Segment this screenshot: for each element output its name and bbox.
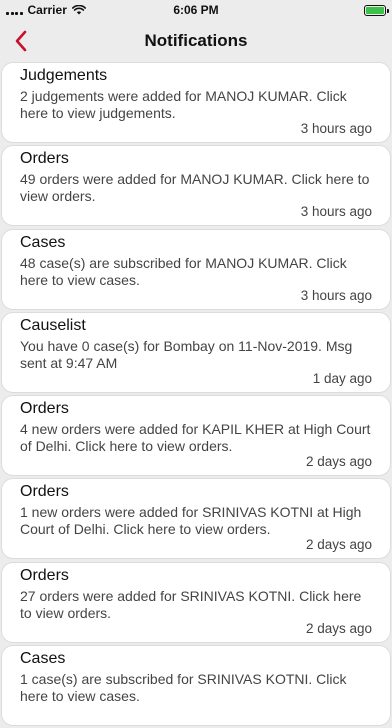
- notification-title: Orders: [20, 483, 69, 501]
- notification-title: Orders: [20, 566, 69, 584]
- notification-card[interactable]: Orders 27 orders were added for SRINIVAS…: [1, 561, 391, 643]
- notification-card[interactable]: Orders 49 orders were added for MANOJ KU…: [1, 145, 391, 227]
- battery-icon: [364, 4, 389, 16]
- status-left: Carrier: [6, 3, 86, 17]
- notification-list: Judgements 2 judgements were added for M…: [0, 62, 392, 728]
- carrier-label: Carrier: [27, 3, 67, 17]
- notification-message: 48 case(s) are subscribed for MANOJ KUMA…: [20, 254, 347, 288]
- notification-time: 2 days ago: [305, 620, 372, 636]
- page-title: Notifications: [144, 31, 248, 50]
- notification-time: 3 hours ago: [300, 204, 372, 220]
- wifi-icon: [71, 5, 86, 15]
- notification-title: Causelist: [20, 316, 86, 334]
- notification-card[interactable]: Cases 1 case(s) are subscribed for SRINI…: [1, 645, 391, 727]
- status-bar: Carrier 6:06 PM: [0, 0, 392, 20]
- notification-message: 2 judgements were added for MANOJ KUMAR.…: [20, 88, 347, 121]
- notification-time: 3 hours ago: [300, 121, 372, 136]
- notification-message: You have 0 case(s) for Bombay on 11-Nov-…: [20, 337, 353, 371]
- notification-time: 3 hours ago: [300, 287, 372, 303]
- notification-message: 27 orders were added for SRINIVAS KOTNI.…: [20, 587, 362, 621]
- navigation-bar: Notifications: [0, 20, 392, 62]
- chevron-left-icon: [15, 30, 27, 52]
- notification-message: 1 case(s) are subscribed for SRINIVAS KO…: [20, 671, 347, 705]
- notification-message: 4 new orders were added for KAPIL KHER a…: [20, 421, 371, 455]
- notification-title: Judgements: [20, 67, 108, 84]
- notification-time: 2 days ago: [305, 454, 372, 470]
- notification-message: 1 new orders were added for SRINIVAS KOT…: [20, 504, 362, 538]
- signal-icon: [6, 6, 23, 15]
- notification-title: Cases: [20, 650, 66, 668]
- back-button[interactable]: [6, 26, 36, 56]
- notification-card[interactable]: Orders 1 new orders were added for SRINI…: [1, 478, 391, 560]
- notification-title: Orders: [20, 400, 69, 418]
- notification-card[interactable]: Cases 48 case(s) are subscribed for MANO…: [1, 228, 391, 310]
- notification-time: 2 days ago: [305, 537, 372, 553]
- notification-title: Orders: [20, 150, 69, 168]
- notification-card[interactable]: Causelist You have 0 case(s) for Bombay …: [1, 311, 391, 393]
- notification-card[interactable]: Judgements 2 judgements were added for M…: [1, 62, 391, 143]
- notification-title: Cases: [20, 233, 66, 251]
- notification-card[interactable]: Orders 4 new orders were added for KAPIL…: [1, 395, 391, 477]
- notification-message: 49 orders were added for MANOJ KUMAR. Cl…: [20, 171, 370, 205]
- notification-time: 1 day ago: [312, 370, 372, 386]
